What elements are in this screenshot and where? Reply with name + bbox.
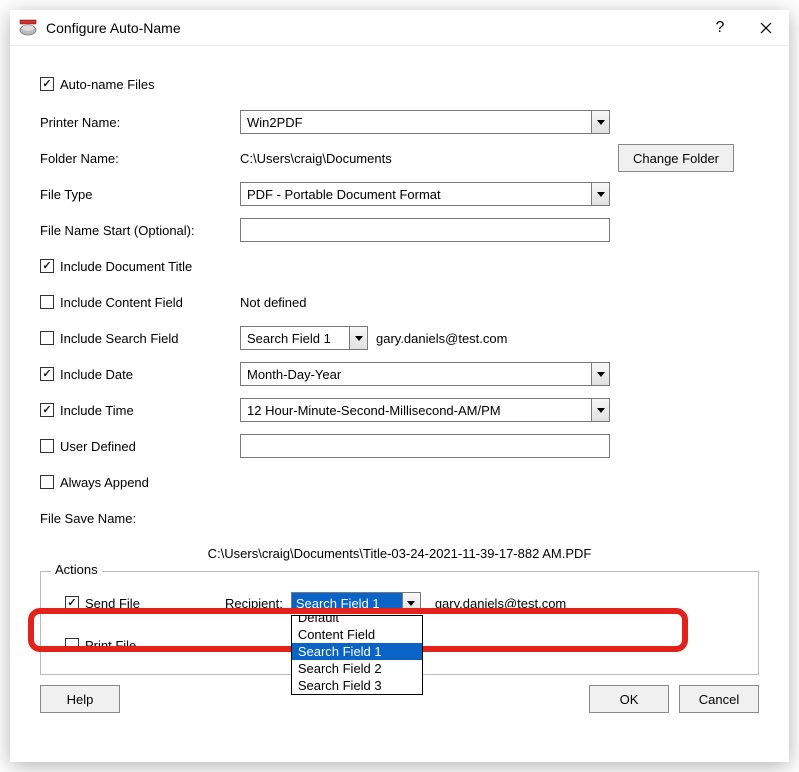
include-doc-title-checkbox[interactable]: [40, 259, 54, 273]
titlebar: Configure Auto-Name ?: [10, 10, 789, 46]
recipient-combo[interactable]: Search Field 1 Default Content Field Sea…: [291, 592, 421, 614]
printer-name-label: Printer Name:: [40, 115, 120, 130]
print-file-checkbox[interactable]: [65, 638, 79, 652]
include-date-label: Include Date: [60, 367, 133, 382]
printer-name-combo[interactable]: Win2PDF: [240, 110, 610, 134]
date-format-value: Month-Day-Year: [247, 367, 341, 382]
autoname-label: Auto-name Files: [60, 77, 155, 92]
include-time-checkbox[interactable]: [40, 403, 54, 417]
include-time-label: Include Time: [60, 403, 134, 418]
actions-legend: Actions: [51, 562, 102, 577]
user-defined-checkbox[interactable]: [40, 439, 54, 453]
filename-start-input[interactable]: [240, 218, 610, 242]
user-defined-label: User Defined: [60, 439, 136, 454]
window-title: Configure Auto-Name: [46, 20, 697, 36]
recipient-option[interactable]: Search Field 3: [292, 677, 422, 694]
chevron-down-icon[interactable]: [402, 593, 420, 613]
include-content-field-checkbox[interactable]: [40, 295, 54, 309]
always-append-checkbox[interactable]: [40, 475, 54, 489]
printer-name-value: Win2PDF: [247, 115, 303, 130]
search-field-resolved: gary.daniels@test.com: [376, 331, 507, 346]
chevron-down-icon[interactable]: [591, 111, 609, 133]
send-file-label: Send File: [85, 596, 140, 611]
search-field-value: Search Field 1: [247, 331, 331, 346]
file-type-combo[interactable]: PDF - Portable Document Format: [240, 182, 610, 206]
recipient-selected: Search Field 1: [292, 593, 402, 613]
help-icon[interactable]: ?: [697, 10, 743, 46]
close-icon[interactable]: [743, 10, 789, 46]
recipient-option[interactable]: Search Field 1: [292, 643, 422, 660]
recipient-dropdown-list: Default Content Field Search Field 1 Sea…: [291, 615, 423, 695]
include-search-field-checkbox[interactable]: [40, 331, 54, 345]
chevron-down-icon[interactable]: [349, 327, 367, 349]
search-field-combo[interactable]: Search Field 1: [240, 326, 368, 350]
include-search-field-label: Include Search Field: [60, 331, 179, 346]
app-icon: [18, 18, 38, 38]
chevron-down-icon[interactable]: [591, 399, 609, 421]
autoname-checkbox[interactable]: [40, 77, 54, 91]
recipient-option[interactable]: Content Field: [292, 626, 422, 643]
send-file-checkbox[interactable]: [65, 596, 79, 610]
user-defined-input[interactable]: [240, 434, 610, 458]
folder-name-label: Folder Name:: [40, 151, 119, 166]
help-button[interactable]: Help: [40, 685, 120, 713]
recipient-option[interactable]: Search Field 2: [292, 660, 422, 677]
recipient-option[interactable]: Default: [292, 616, 422, 626]
always-append-label: Always Append: [60, 475, 149, 490]
actions-group: Actions Send File Recipient: Search Fiel…: [40, 571, 759, 675]
file-type-value: PDF - Portable Document Format: [247, 187, 441, 202]
file-type-label: File Type: [40, 187, 93, 202]
cancel-button[interactable]: Cancel: [679, 685, 759, 713]
time-format-combo[interactable]: 12 Hour-Minute-Second-Millisecond-AM/PM: [240, 398, 610, 422]
include-doc-title-label: Include Document Title: [60, 259, 192, 274]
dialog-window: Configure Auto-Name ? Auto-name Files Pr…: [10, 10, 789, 762]
include-content-field-label: Include Content Field: [60, 295, 183, 310]
chevron-down-icon[interactable]: [591, 183, 609, 205]
include-date-checkbox[interactable]: [40, 367, 54, 381]
change-folder-button[interactable]: Change Folder: [618, 144, 734, 172]
chevron-down-icon[interactable]: [591, 363, 609, 385]
recipient-resolved: gary.daniels@test.com: [435, 596, 566, 611]
content-field-value: Not defined: [240, 295, 307, 310]
date-format-combo[interactable]: Month-Day-Year: [240, 362, 610, 386]
filename-start-label: File Name Start (Optional):: [40, 223, 195, 238]
print-file-label: Print File: [85, 638, 136, 653]
ok-button[interactable]: OK: [589, 685, 669, 713]
folder-name-value: C:\Users\craig\Documents: [240, 151, 610, 166]
time-format-value: 12 Hour-Minute-Second-Millisecond-AM/PM: [247, 403, 501, 418]
file-save-name-value: C:\Users\craig\Documents\Title-03-24-202…: [208, 546, 592, 561]
recipient-label: Recipient:: [225, 596, 283, 611]
file-save-name-label: File Save Name:: [40, 511, 136, 526]
